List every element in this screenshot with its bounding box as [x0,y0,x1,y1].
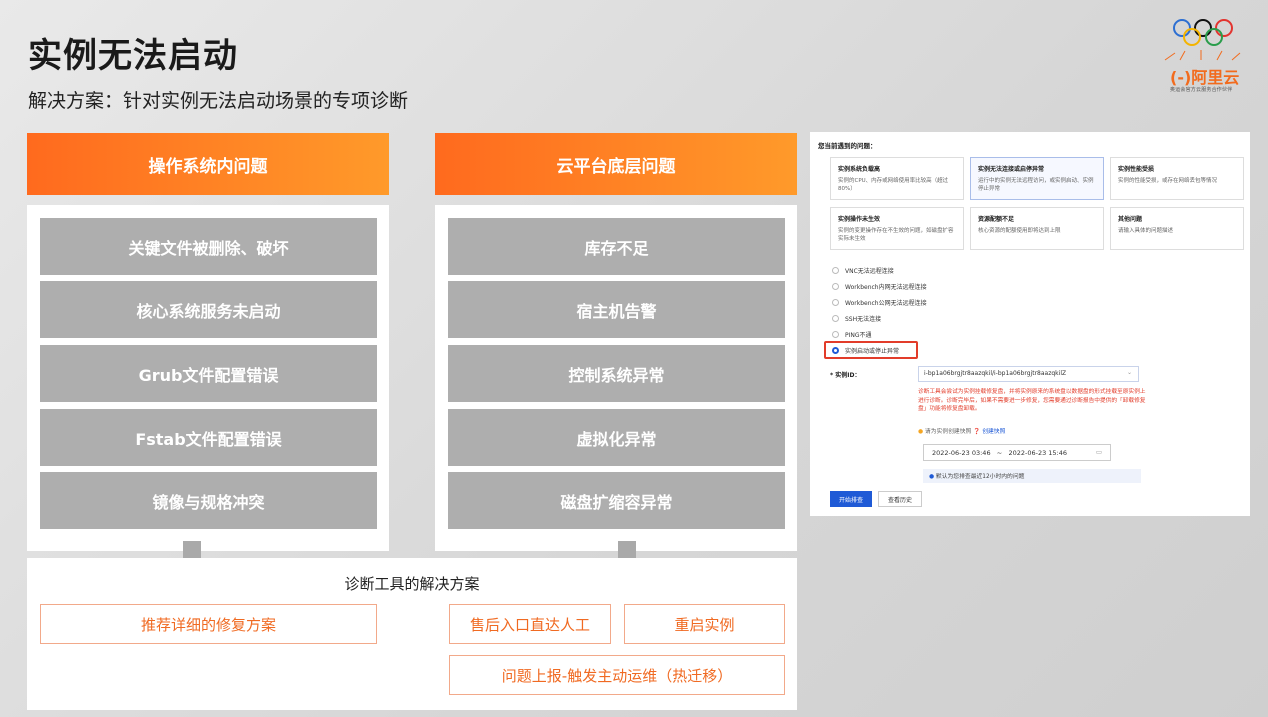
radio-option[interactable]: Workbench公网无法远程连接 [832,296,927,308]
os-issue-item: 关键文件被删除、破坏 [40,218,377,275]
snapshot-hint: ● 请为实例创建快照 ❓ 创建快照 [918,426,1005,435]
os-issues-header: 操作系统内问题 [27,133,389,195]
instance-id-value: i-bp1a06brgjtr8aazqkil/i-bp1a06brgjtr8aa… [924,370,1067,377]
radio-label: Workbench公网无法远程连接 [845,299,927,307]
radio-icon[interactable] [832,266,839,274]
os-issue-item: Fstab文件配置错误 [40,409,377,466]
card-desc: 请输入具体的问题描述 [1118,228,1174,234]
os-issue-item: 核心系统服务未启动 [40,281,377,338]
radio-label: PING不通 [845,331,872,339]
radio-option[interactable]: PING不通 [832,328,872,340]
card-title: 实例性能受损 [1118,166,1155,173]
radio-icon[interactable] [832,282,839,290]
rays-icon [1164,50,1241,61]
radio-label: SSH无法连接 [845,315,882,323]
problem-card[interactable]: 实例性能受损 实例的性能受损，或存在网络丢包等情况 [1110,157,1244,200]
cloud-issue-item: 库存不足 [448,218,785,275]
olympic-rings-icon [1173,19,1233,46]
date-range-picker[interactable]: 2022-06-23 03:46 ~ 2022-06-23 15:46 ▭ [923,444,1111,461]
card-desc: 实例的CPU、内存或网络使用率比较高（超过80%） [838,178,949,192]
card-title: 其他问题 [1118,216,1143,223]
problem-card[interactable]: 资源配额不足 核心资源的配额使用即将达到上限 [970,207,1104,250]
card-title: 实例系统负载高 [838,166,881,173]
problem-card[interactable]: 实例操作未生效 实例的变更操作存在不生效的问题，如磁盘扩容实际未生效 [830,207,964,250]
solutions-title: 诊断工具的解决方案 [344,575,480,593]
radio-icon[interactable] [832,330,839,338]
cloud-issues-list: 库存不足 宿主机告警 控制系统异常 虚拟化异常 磁盘扩缩容异常 [435,205,797,551]
date-separator: ~ [996,449,1003,457]
info-icon: ● [929,474,935,480]
start-diagnosis-button[interactable]: 开始排查 [830,491,872,507]
aliyun-logo: (-)阿里云 奥运会官方云服务合作伙伴 [1150,18,1250,98]
view-history-button[interactable]: 查看历史 [878,491,922,507]
radio-icon[interactable] [832,298,839,306]
problem-card[interactable]: 实例系统负载高 实例的CPU、内存或网络使用率比较高（超过80%） [830,157,964,200]
date-end: 2022-06-23 15:46 [1008,449,1068,457]
date-start: 2022-06-23 03:46 [932,449,991,457]
solution-report-issue[interactable]: 问题上报-触发主动运维（热迁移） [449,655,785,695]
cloud-issues-column: 云平台底层问题 库存不足 宿主机告警 控制系统异常 虚拟化异常 磁盘扩缩容异常 [435,133,797,551]
logo-brand: (-)阿里云 [1170,64,1239,88]
warning-icon: ● [918,429,924,435]
diagnosis-console: 您当前遇到的问题： 实例系统负载高 实例的CPU、内存或网络使用率比较高（超过8… [810,132,1250,516]
logo-tagline: 奥运会官方云服务合作伙伴 [1170,87,1233,93]
aliyun-mark-icon: (-) [1170,68,1192,87]
os-issue-item: 镜像与规格冲突 [40,472,377,529]
logo-brand-text: 阿里云 [1191,68,1240,87]
info-text: 默认为您排查最近12小时内的问题 [935,474,1025,480]
os-issue-item: Grub文件配置错误 [40,345,377,402]
card-desc: 实例的性能受损，或存在网络丢包等情况 [1118,178,1218,184]
radio-icon[interactable] [832,314,839,322]
solution-restart-instance[interactable]: 重启实例 [624,604,785,644]
cloud-issue-item: 宿主机告警 [448,281,785,338]
problem-heading: 您当前遇到的问题： [818,142,877,150]
help-icon[interactable]: ❓ [973,429,980,435]
solution-repair-plan[interactable]: 推荐详细的修复方案 [40,604,377,644]
snapshot-hint-text: 请为实例创建快照 [924,429,972,435]
info-bar: ● 默认为您排查最近12小时内的问题 [923,469,1141,483]
selection-highlight [824,341,918,359]
radio-option[interactable]: SSH无法连接 [832,312,881,324]
radio-label: Workbench内网无法远程连接 [845,283,927,291]
problem-card[interactable]: 其他问题 请输入具体的问题描述 [1110,207,1244,250]
cloud-issue-item: 虚拟化异常 [448,409,785,466]
problem-card-selected[interactable]: 实例无法连接或启停异常 运行中的实例无法远程访问，或实例启动、实例停止异常 [970,157,1104,200]
instance-id-select[interactable]: i-bp1a06brgjtr8aazqkil/i-bp1a06brgjtr8aa… [918,366,1139,382]
radio-label: VNC无法远程连接 [845,267,894,275]
card-desc: 核心资源的配额使用即将达到上限 [978,228,1061,234]
card-title: 实例无法连接或启停异常 [978,166,1045,173]
radio-option[interactable]: VNC无法远程连接 [832,264,894,276]
page-title: 实例无法启动 [28,36,238,76]
card-desc: 实例的变更操作存在不生效的问题，如磁盘扩容实际未生效 [838,228,954,242]
instance-id-label: * 实例ID： [830,372,861,379]
card-title: 资源配额不足 [978,216,1015,223]
cloud-issue-item: 磁盘扩缩容异常 [448,472,785,529]
chevron-down-icon[interactable]: ⌄ [1127,369,1132,376]
cloud-issue-item: 控制系统异常 [448,345,785,402]
radio-option[interactable]: Workbench内网无法远程连接 [832,280,927,292]
card-title: 实例操作未生效 [838,216,881,223]
repair-warning: 诊断工具会尝试为实例挂载修复盘，并将实例原来的系统盘以数据盘的形式挂载至原实例上… [918,389,1146,412]
solutions-box: 诊断工具的解决方案 推荐详细的修复方案 售后入口直达人工 重启实例 问题上报-触… [27,558,797,710]
os-issues-list: 关键文件被删除、破坏 核心系统服务未启动 Grub文件配置错误 Fstab文件配… [27,205,389,551]
solution-support-entry[interactable]: 售后入口直达人工 [449,604,611,644]
page-subtitle: 解决方案：针对实例无法启动场景的专项诊断 [28,90,409,112]
calendar-icon[interactable]: ▭ [1096,448,1102,456]
cloud-issues-header: 云平台底层问题 [435,133,797,195]
os-issues-column: 操作系统内问题 关键文件被删除、破坏 核心系统服务未启动 Grub文件配置错误 … [27,133,389,551]
create-snapshot-link[interactable]: 创建快照 [982,429,1005,435]
card-desc: 运行中的实例无法远程访问，或实例启动、实例停止异常 [978,178,1094,192]
